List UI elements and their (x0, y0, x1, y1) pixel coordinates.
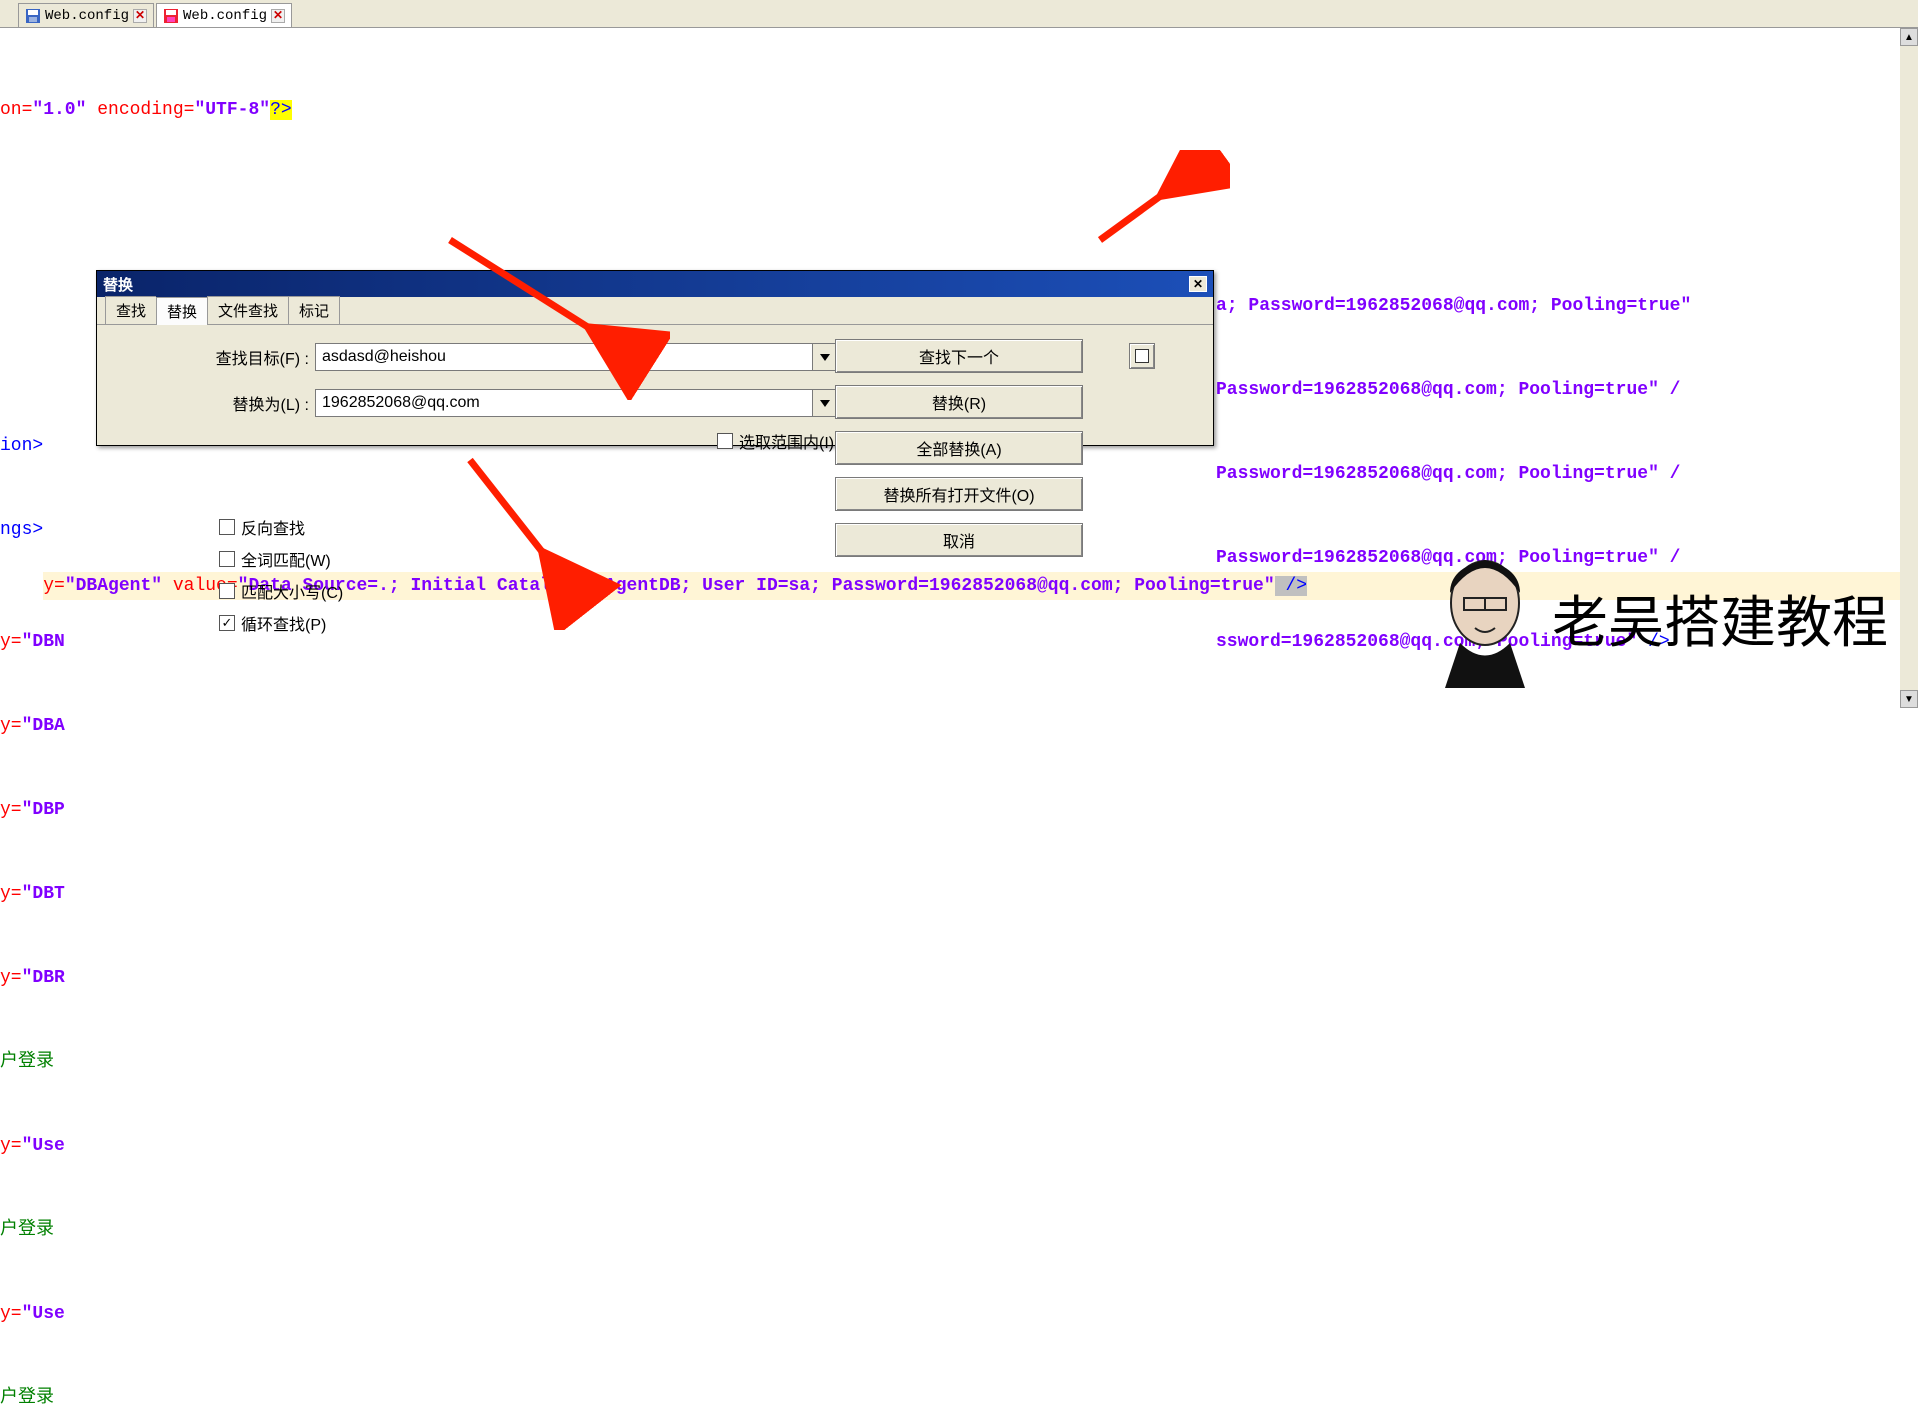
save-icon (25, 8, 41, 24)
tab-findinfiles[interactable]: 文件查找 (207, 296, 288, 324)
replace-all-open-button[interactable]: 替换所有打开文件(O) (835, 477, 1083, 511)
portrait-icon (1430, 548, 1540, 688)
find-next-button[interactable]: 查找下一个 (835, 339, 1083, 373)
replace-button[interactable]: 替换(R) (835, 385, 1083, 419)
dropdown-icon[interactable] (813, 343, 837, 371)
tab-replace[interactable]: 替换 (156, 297, 207, 325)
wrap-checkbox[interactable]: 循环查找(P) (219, 611, 343, 635)
file-tab-2[interactable]: Web.config ✕ (156, 3, 292, 27)
wholeword-checkbox[interactable]: 全词匹配(W) (219, 547, 343, 571)
backward-checkbox[interactable]: 反向查找 (219, 515, 343, 539)
replace-with-label: 替换为(L) : (115, 391, 315, 415)
in-selection-checkbox[interactable]: 选取范围内(I) (717, 429, 834, 453)
vertical-scrollbar[interactable]: ▲ ▼ (1900, 28, 1918, 708)
watermark-text: 老吴搭建教程 (1552, 578, 1888, 659)
tab-find[interactable]: 查找 (105, 296, 156, 324)
replace-with-input[interactable] (315, 389, 813, 417)
tab-mark[interactable]: 标记 (288, 296, 340, 324)
close-icon[interactable]: ✕ (271, 9, 285, 23)
find-what-label: 查找目标(F) : (115, 345, 315, 369)
scroll-up-icon[interactable]: ▲ (1900, 28, 1918, 46)
dialog-tabs: 查找 替换 文件查找 标记 (97, 297, 1213, 325)
file-tab-1[interactable]: Web.config ✕ (18, 3, 154, 27)
matchcase-checkbox[interactable]: 匹配大小写(C) (219, 579, 343, 603)
pin-checkbox[interactable] (1129, 343, 1155, 369)
watermark: 老吴搭建教程 (1430, 548, 1888, 688)
scroll-down-icon[interactable]: ▼ (1900, 690, 1918, 708)
file-tabs-bar: Web.config ✕ Web.config ✕ (0, 0, 1918, 28)
close-icon[interactable]: ✕ (133, 9, 147, 23)
cancel-button[interactable]: 取消 (835, 523, 1083, 557)
close-icon[interactable]: ✕ (1189, 276, 1207, 292)
find-what-input[interactable] (315, 343, 813, 371)
replace-dialog: 替换 ✕ 查找 替换 文件查找 标记 查找目标(F) : 替换为(L) : 选取… (96, 270, 1214, 446)
save-unsaved-icon (163, 8, 179, 24)
replace-all-button[interactable]: 全部替换(A) (835, 431, 1083, 465)
dialog-title: 替换 (103, 274, 133, 295)
dropdown-icon[interactable] (813, 389, 837, 417)
file-tab-label: Web.config (183, 8, 267, 24)
file-tab-label: Web.config (45, 8, 129, 24)
dialog-titlebar[interactable]: 替换 ✕ (97, 271, 1213, 297)
